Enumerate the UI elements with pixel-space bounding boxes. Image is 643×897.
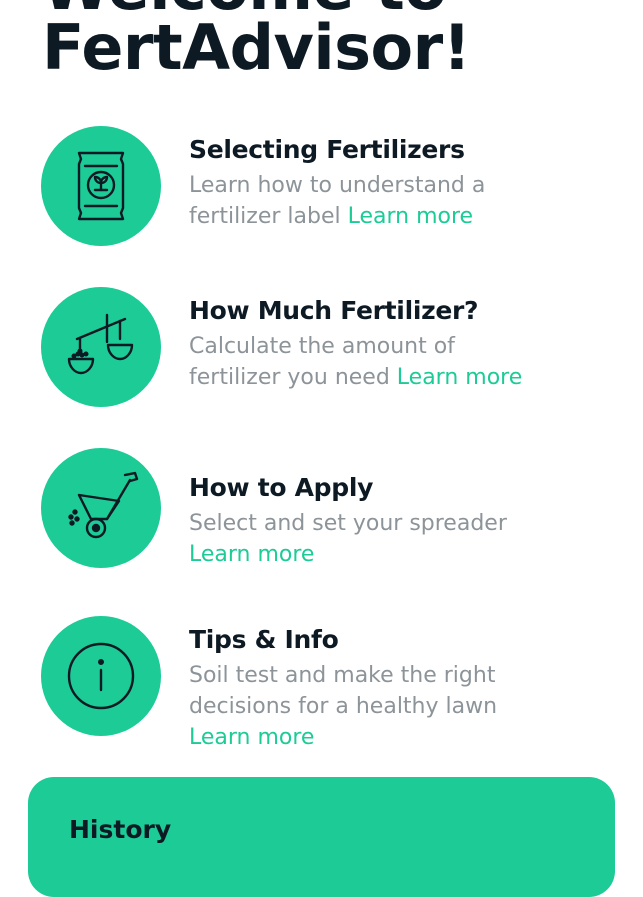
info-icon xyxy=(41,616,161,736)
history-label: History xyxy=(69,815,172,844)
item-description: Select and set your spreader Learn more xyxy=(189,511,507,567)
item-title: Selecting Fertilizers xyxy=(189,135,465,164)
item-title: How Much Fertilizer? xyxy=(189,296,479,325)
item-description: Learn how to understand a fertilizer lab… xyxy=(189,173,486,229)
menu-item-selecting-fertilizers[interactable]: Selecting Fertilizers Learn how to under… xyxy=(41,126,621,246)
title-line-2: FertAdvisor! xyxy=(42,11,471,84)
learn-more-link[interactable]: Learn more xyxy=(397,365,522,390)
item-description: Soil test and make the right decisions f… xyxy=(189,663,498,750)
page-title: Welcome to FertAdvisor! xyxy=(42,0,471,79)
learn-more-link[interactable]: Learn more xyxy=(189,542,314,567)
history-card[interactable]: History xyxy=(28,777,615,897)
learn-more-link[interactable]: Learn more xyxy=(189,725,314,750)
item-title: How to Apply xyxy=(189,473,374,502)
item-title: Tips & Info xyxy=(189,625,339,654)
fertilizer-bag-icon xyxy=(41,126,161,246)
item-description: Calculate the amount of fertilizer you n… xyxy=(189,334,523,390)
spreader-icon xyxy=(41,448,161,568)
menu-item-how-to-apply[interactable]: How to Apply Select and set your spreade… xyxy=(41,448,621,568)
learn-more-link[interactable]: Learn more xyxy=(348,204,473,229)
menu-item-how-much-fertilizer[interactable]: How Much Fertilizer? Calculate the amoun… xyxy=(41,287,621,407)
menu-item-tips-info[interactable]: Tips & Info Soil test and make the right… xyxy=(41,616,621,750)
scale-icon xyxy=(41,287,161,407)
